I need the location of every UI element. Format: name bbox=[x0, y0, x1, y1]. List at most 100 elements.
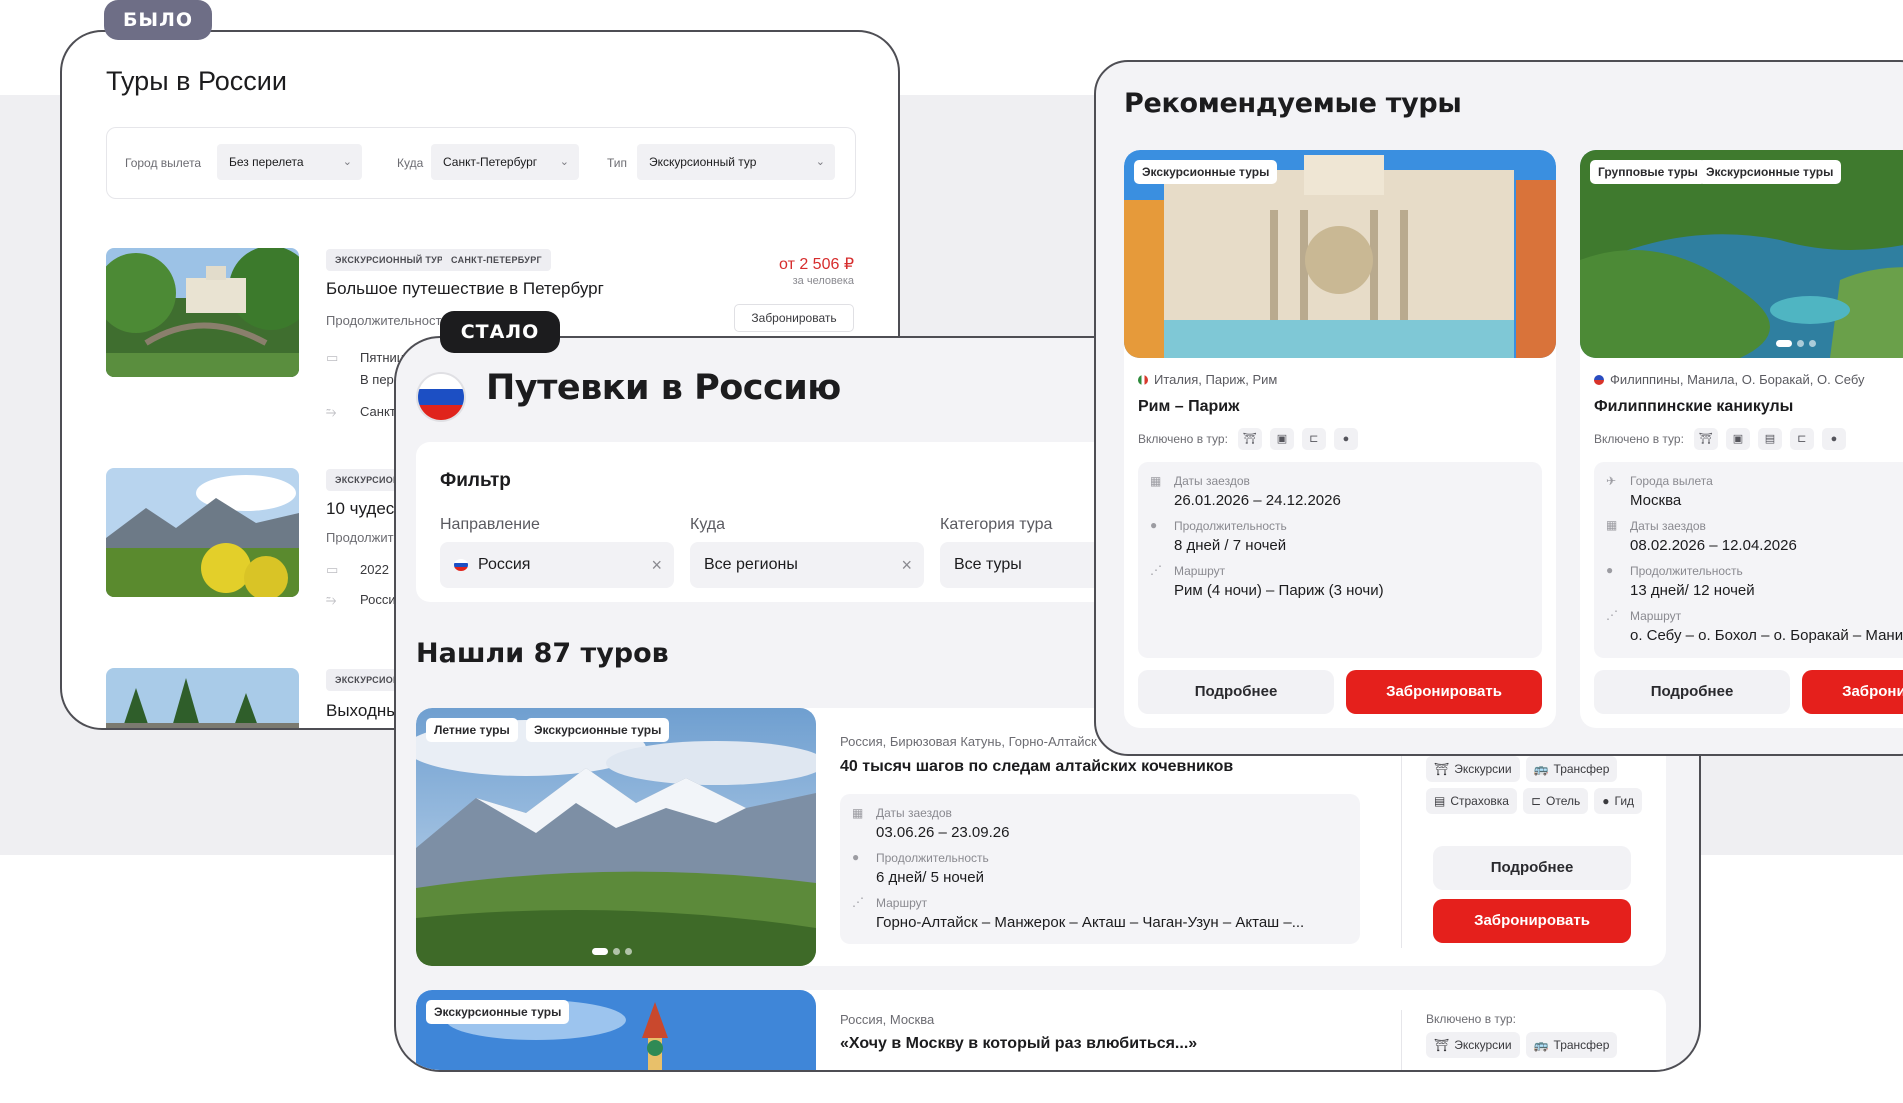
tour-title[interactable]: Филиппинские каникулы bbox=[1594, 398, 1793, 416]
type-label: Тип bbox=[607, 156, 628, 170]
dates-value: 03.06.26 – 23.09.26 bbox=[876, 824, 1010, 841]
tour-title[interactable]: Рим – Париж bbox=[1138, 398, 1239, 416]
tour-image-forest[interactable] bbox=[106, 668, 299, 728]
direction-select[interactable]: Россия × bbox=[440, 542, 674, 588]
tour-region: Россия, Бирюзовая Катунь, Горно-Алтайск bbox=[840, 734, 1097, 749]
tour-title[interactable]: «Хочу в Москву в который раз влюбиться..… bbox=[840, 1035, 1197, 1053]
chevron-down-icon: ⌄ bbox=[342, 156, 352, 168]
chip-label: Экскурсии bbox=[1454, 762, 1512, 776]
chevron-down-icon: ⌄ bbox=[559, 156, 569, 168]
tour-image-moscow[interactable]: Экскурсионные туры bbox=[416, 990, 816, 1070]
person-icon: ● bbox=[1602, 794, 1610, 808]
category-value: Все туры bbox=[954, 556, 1022, 573]
included-label: Включено в тур: bbox=[1594, 432, 1684, 446]
details-button[interactable]: Подробнее bbox=[1433, 846, 1631, 890]
book-button[interactable]: Забронировать bbox=[1802, 670, 1903, 714]
tour-image-altai[interactable]: Летние туры Экскурсионные туры bbox=[416, 708, 816, 966]
bed-icon: ⊏ bbox=[1301, 428, 1326, 450]
person-icon: ● bbox=[1821, 428, 1846, 450]
russia-flag-icon bbox=[416, 372, 466, 422]
tour-image-philippines[interactable]: Групповые туры Экскурсионные туры bbox=[1580, 150, 1903, 358]
chip-label: Экскурсии bbox=[1454, 1038, 1512, 1052]
excursions-icon: ⛩ bbox=[1237, 428, 1262, 450]
excursions-icon: ⛩ bbox=[1434, 762, 1450, 776]
chip-label: Отель bbox=[1546, 794, 1581, 808]
calendar-icon: ▭ bbox=[326, 562, 339, 577]
bus-icon: 🚌 bbox=[1533, 762, 1549, 776]
type-value: Экскурсионный тур bbox=[649, 155, 757, 169]
from-value: Без перелета bbox=[229, 155, 304, 169]
document-icon: ▤ bbox=[1434, 794, 1446, 808]
excursions-icon: ⛩ bbox=[1693, 428, 1718, 450]
tour-image-trevi[interactable]: Экскурсионные туры bbox=[1124, 150, 1556, 358]
to-select[interactable]: Все регионы × bbox=[690, 542, 924, 588]
after-badge: СТАЛО bbox=[440, 311, 560, 353]
category-label: Категория тура bbox=[940, 516, 1053, 533]
tour-price-note: за человека bbox=[792, 275, 854, 287]
calendar-icon: ▦ bbox=[1150, 474, 1162, 488]
route-label: Маршрут bbox=[876, 896, 928, 910]
person-icon: ● bbox=[1333, 428, 1358, 450]
tour-image-pavlovsk[interactable] bbox=[106, 248, 299, 377]
clear-icon[interactable]: × bbox=[901, 542, 912, 588]
bed-icon: ⊏ bbox=[1789, 428, 1814, 450]
details-button[interactable]: Подробнее bbox=[1594, 670, 1790, 714]
excursions-chip: ⛩ Экскурсии bbox=[1426, 756, 1520, 782]
card-divider bbox=[1401, 728, 1402, 948]
dates-label: Даты заездов bbox=[1174, 474, 1250, 488]
results-count: Нашли 87 туров bbox=[416, 638, 669, 669]
plane-icon: ✈ bbox=[1606, 474, 1617, 488]
included-row: Включено в тур: ⛩ ▣ ⊏ ● bbox=[1138, 428, 1366, 450]
direction-value: Россия bbox=[478, 556, 531, 573]
clear-icon[interactable]: × bbox=[651, 542, 662, 588]
chip-label: Гид bbox=[1614, 794, 1635, 808]
included-label: Включено в тур: bbox=[1426, 1012, 1516, 1026]
italy-flag-icon bbox=[1138, 375, 1148, 385]
from-label: Город вылета bbox=[125, 156, 202, 170]
type-select[interactable]: Экскурсионный тур ⌄ bbox=[637, 144, 835, 180]
clock-icon: ● bbox=[852, 850, 860, 864]
tour-title[interactable]: Большое путешествие в Петербург bbox=[326, 279, 604, 299]
to-select[interactable]: Санкт-Петербург ⌄ bbox=[431, 144, 579, 180]
russia-flag-icon bbox=[454, 559, 468, 571]
included-label: Включено в тур: bbox=[1138, 432, 1228, 446]
departure-label: Города вылета bbox=[1630, 474, 1713, 488]
book-button[interactable]: Забронировать bbox=[1433, 899, 1631, 943]
filter-heading: Фильтр bbox=[440, 470, 511, 491]
tour-image-mountains[interactable] bbox=[106, 468, 299, 597]
chip-label: Трансфер bbox=[1553, 1038, 1610, 1052]
duration-label: Продолжительность bbox=[1630, 564, 1743, 578]
route-label: Маршрут bbox=[1630, 609, 1682, 623]
duration-label: Продолжительность bbox=[1174, 519, 1287, 533]
chevron-down-icon: ⌄ bbox=[815, 156, 825, 168]
calendar-icon: ▦ bbox=[852, 806, 864, 820]
bus-icon: ▣ bbox=[1725, 428, 1750, 450]
dates-value: 26.01.2026 – 24.12.2026 bbox=[1174, 492, 1341, 509]
book-button[interactable]: Забронировать bbox=[1346, 670, 1542, 714]
departure-value: Москва bbox=[1630, 492, 1682, 509]
duration-value: 13 дней/ 12 ночей bbox=[1630, 582, 1755, 599]
old-filter-bar: Город вылета Без перелета ⌄ Куда Санкт-Пе… bbox=[106, 127, 856, 199]
carousel-dots[interactable] bbox=[1776, 340, 1816, 347]
tour-title[interactable]: 40 тысяч шагов по следам алтайских кочев… bbox=[840, 758, 1233, 776]
route-value: Горно-Алтайск – Манжерок – Акташ – Чаган… bbox=[876, 914, 1305, 931]
insurance-chip: ▤ Страховка bbox=[1426, 788, 1517, 814]
route-icon: ⥲ bbox=[326, 404, 337, 419]
filter-panel: Фильтр Направление Россия × Куда Все рег… bbox=[416, 442, 1174, 602]
to-value: Все регионы bbox=[704, 556, 798, 573]
carousel-dots[interactable] bbox=[592, 948, 632, 955]
tour-location: Италия, Париж, Рим bbox=[1138, 372, 1277, 387]
calendar-icon: ▦ bbox=[1606, 518, 1618, 532]
details-button[interactable]: Подробнее bbox=[1138, 670, 1334, 714]
tour-title[interactable]: 10 чудес bbox=[326, 499, 394, 519]
recommended-card: Групповые туры Экскурсионные туры Филипп… bbox=[1580, 150, 1903, 728]
to-label: Куда bbox=[397, 156, 424, 170]
calendar-icon: ▭ bbox=[326, 350, 339, 365]
from-select[interactable]: Без перелета ⌄ bbox=[217, 144, 362, 180]
book-button[interactable]: Забронировать bbox=[734, 304, 854, 332]
bus-icon: 🚌 bbox=[1533, 1038, 1549, 1052]
tour-info-box: ▦ Даты заездов 26.01.2026 – 24.12.2026 ●… bbox=[1138, 462, 1542, 658]
tour-tag: Экскурсионные туры bbox=[1698, 160, 1842, 184]
tour-info-box: ✈ Города вылета Москва ▦ Даты заездов 08… bbox=[1594, 462, 1903, 658]
recommended-title: Рекомендуемые туры bbox=[1124, 88, 1462, 119]
